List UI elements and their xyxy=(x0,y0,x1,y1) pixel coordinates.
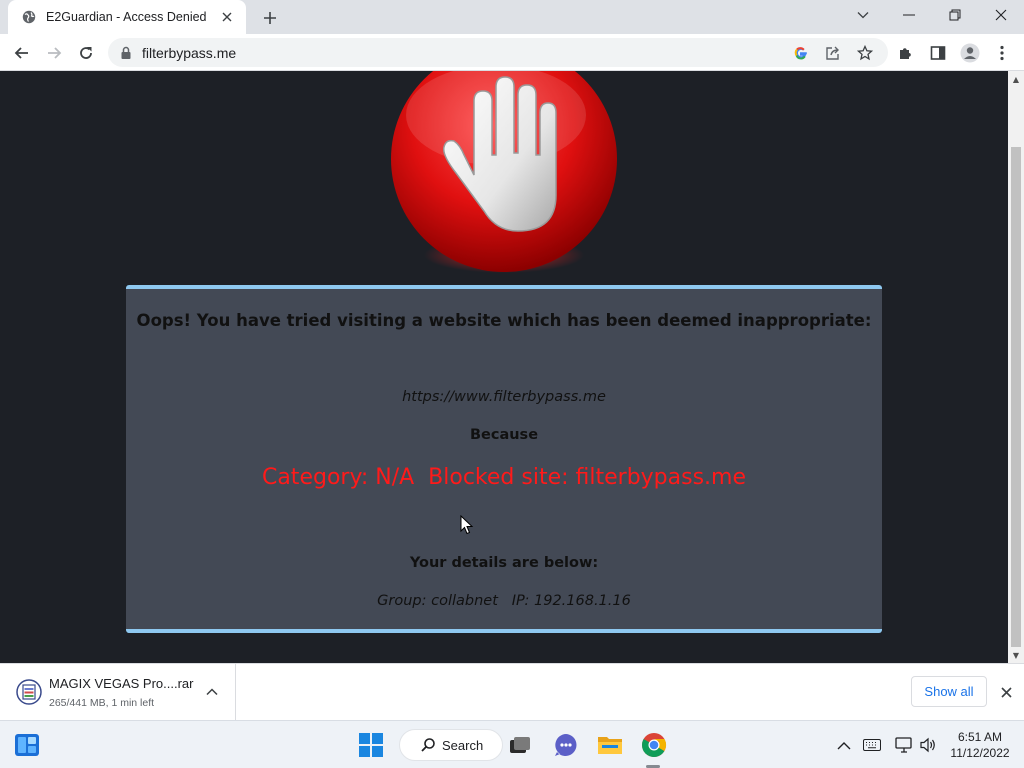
extensions-button[interactable] xyxy=(892,39,920,67)
tab-strip: E2Guardian - Access Denied xyxy=(0,0,1024,34)
block-message-panel: Oops! You have tried visiting a website … xyxy=(126,285,882,633)
new-tab-button[interactable] xyxy=(258,6,282,30)
widgets-icon[interactable] xyxy=(14,733,40,757)
side-panel-icon xyxy=(930,46,946,60)
reload-icon xyxy=(80,47,92,59)
details-label: Your details are below: xyxy=(409,555,599,571)
minimize-button[interactable] xyxy=(886,0,932,30)
scrollbar-thumb[interactable] xyxy=(1011,147,1021,647)
scroll-down-arrow-icon[interactable]: ▼ xyxy=(1008,647,1024,663)
stop-hand-icon xyxy=(391,71,617,273)
chevron-up-icon[interactable] xyxy=(204,684,220,700)
close-window-button[interactable] xyxy=(978,0,1024,30)
profile-button[interactable] xyxy=(956,39,984,67)
restore-icon xyxy=(949,9,961,21)
url-text[interactable]: filterbypass.me xyxy=(142,45,236,61)
lock-icon[interactable] xyxy=(120,46,134,60)
task-view-icon[interactable] xyxy=(506,731,534,759)
network-icon[interactable] xyxy=(894,735,914,755)
scroll-up-arrow-icon[interactable]: ▲ xyxy=(1008,71,1024,87)
user-details: Group: collabnet IP: 192.168.1.16 xyxy=(377,593,631,609)
show-all-button[interactable]: Show all xyxy=(911,676,987,707)
file-explorer-icon[interactable] xyxy=(596,731,624,759)
block-headline: Oops! You have tried visiting a website … xyxy=(136,311,872,330)
share-icon[interactable] xyxy=(822,42,844,64)
keyboard-icon[interactable] xyxy=(862,735,882,755)
tab-title: E2Guardian - Access Denied xyxy=(46,10,207,24)
archive-file-icon xyxy=(16,679,42,705)
block-reason: Category: N/A Blocked site: filterbypass… xyxy=(261,465,747,490)
tab-search-button[interactable] xyxy=(840,0,886,30)
system-clock[interactable]: 6:51 AM 11/12/2022 xyxy=(944,729,1016,761)
forward-button[interactable] xyxy=(40,39,68,67)
menu-button[interactable] xyxy=(988,39,1016,67)
teams-chat-icon[interactable] xyxy=(552,731,580,759)
tray-chevron-up-icon[interactable] xyxy=(834,735,854,755)
chevron-down-icon xyxy=(857,12,869,19)
profile-icon xyxy=(960,43,980,63)
download-bar: MAGIX VEGAS Pro....rar 265/441 MB, 1 min… xyxy=(0,663,1024,720)
download-status: 265/441 MB, 1 min left xyxy=(49,697,155,709)
windows-start-icon[interactable] xyxy=(358,732,384,758)
back-button[interactable] xyxy=(8,39,36,67)
kebab-menu-icon xyxy=(1000,45,1004,61)
minimize-icon xyxy=(903,14,915,16)
mouse-cursor-icon xyxy=(460,515,474,535)
clock-time: 6:51 AM xyxy=(957,730,1003,744)
reload-button[interactable] xyxy=(72,39,100,67)
taskbar-search-button[interactable]: Search xyxy=(399,729,503,761)
chrome-icon[interactable] xyxy=(640,731,668,759)
close-download-bar-icon[interactable] xyxy=(996,682,1016,702)
google-icon[interactable] xyxy=(790,42,812,64)
tab-close-icon[interactable] xyxy=(218,8,236,26)
volume-icon[interactable] xyxy=(918,735,938,755)
browser-toolbar: filterbypass.me xyxy=(0,34,1024,71)
close-icon xyxy=(995,9,1007,21)
globe-icon xyxy=(22,10,36,24)
browser-tab[interactable]: E2Guardian - Access Denied xyxy=(8,0,246,34)
page-scrollbar[interactable]: ▲ ▼ xyxy=(1008,71,1024,663)
download-filename: MAGIX VEGAS Pro....rar xyxy=(49,676,194,691)
side-panel-button[interactable] xyxy=(924,39,952,67)
plus-icon xyxy=(264,12,276,24)
back-arrow-icon xyxy=(14,47,28,59)
forward-arrow-icon xyxy=(48,47,62,59)
address-bar[interactable]: filterbypass.me xyxy=(108,38,888,67)
restore-button[interactable] xyxy=(932,0,978,30)
because-label: Because xyxy=(469,427,539,443)
clock-date: 11/12/2022 xyxy=(950,746,1010,760)
page-content: Oops! You have tried visiting a website … xyxy=(0,71,1008,663)
search-icon xyxy=(420,737,436,753)
puzzle-icon xyxy=(900,48,911,59)
star-icon[interactable] xyxy=(854,42,876,64)
download-item[interactable]: MAGIX VEGAS Pro....rar 265/441 MB, 1 min… xyxy=(0,664,236,720)
search-label: Search xyxy=(442,737,484,753)
blocked-url: https://www.filterbypass.me xyxy=(402,389,606,405)
windows-taskbar: Search 6:51 AM 11/12/2022 xyxy=(0,720,1024,768)
